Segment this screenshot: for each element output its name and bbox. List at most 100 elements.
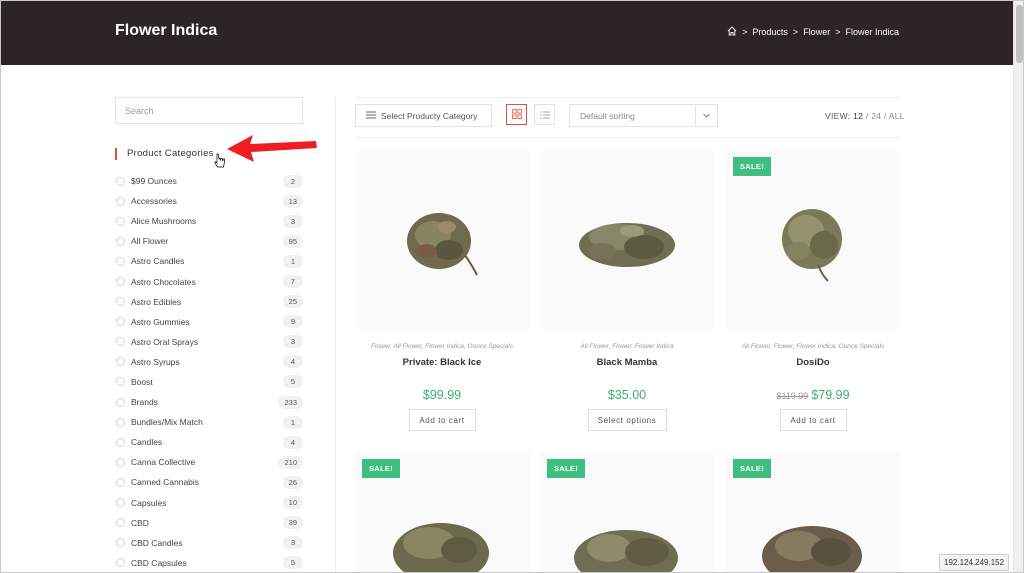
category-item[interactable]: Capsules 10: [115, 493, 303, 513]
category-name[interactable]: $99 Ounces: [131, 176, 283, 186]
category-name[interactable]: Canned Cannabis: [131, 477, 283, 487]
category-name[interactable]: Astro Candles: [131, 256, 283, 266]
product-categories: All Flower, Flower, Flower Indica: [580, 343, 674, 350]
radio-button[interactable]: [116, 498, 125, 508]
category-count-badge: 39: [282, 516, 303, 530]
radio-button[interactable]: [116, 477, 125, 487]
select-category-button[interactable]: Select Producty Category: [355, 104, 492, 127]
radio-button[interactable]: [116, 317, 125, 327]
category-name[interactable]: All Flower: [131, 236, 283, 246]
category-name[interactable]: Astro Gummies: [131, 317, 283, 327]
add-to-cart-button[interactable]: Add to cart: [779, 409, 847, 431]
category-item[interactable]: $99 Ounces 2: [115, 171, 303, 191]
category-name[interactable]: Brands: [131, 397, 278, 407]
category-item[interactable]: All Flower 95: [115, 231, 303, 251]
product-card: Flower, All Flower, Flower Indica, Ounce…: [354, 151, 530, 431]
category-item[interactable]: Astro Syrups 4: [115, 352, 303, 372]
category-name[interactable]: Boost: [131, 377, 283, 387]
category-item[interactable]: Astro Edibles 25: [115, 292, 303, 312]
radio-button[interactable]: [116, 518, 125, 528]
radio-button[interactable]: [116, 377, 125, 387]
radio-button[interactable]: [116, 297, 125, 307]
radio-button[interactable]: [116, 277, 125, 287]
radio-button[interactable]: [116, 457, 125, 467]
category-item[interactable]: Boost 5: [115, 372, 303, 392]
category-item[interactable]: Astro Chocolates 7: [115, 271, 303, 291]
radio-button[interactable]: [116, 417, 125, 427]
chevron-down-icon[interactable]: [695, 105, 717, 126]
category-item[interactable]: Candles 4: [115, 432, 303, 452]
category-item[interactable]: Canned Cannabis 26: [115, 472, 303, 492]
category-item[interactable]: CBD 39: [115, 513, 303, 533]
category-name[interactable]: CBD Candles: [131, 538, 283, 548]
category-item[interactable]: Astro Gummies 9: [115, 312, 303, 332]
category-name[interactable]: Candles: [131, 437, 283, 447]
add-to-cart-button[interactable]: Add to cart: [408, 409, 476, 431]
view-option-all[interactable]: ALL: [889, 111, 905, 121]
product-image[interactable]: SALE!: [354, 453, 530, 572]
product-image[interactable]: [539, 151, 715, 329]
radio-button[interactable]: [116, 196, 125, 206]
product-image[interactable]: SALE!: [725, 151, 901, 329]
category-item[interactable]: Alice Mushrooms 3: [115, 211, 303, 231]
list-view-button[interactable]: [534, 104, 555, 125]
product-image[interactable]: [354, 151, 530, 329]
category-name[interactable]: Astro Oral Sprays: [131, 337, 283, 347]
category-item[interactable]: CBD Capsules 5: [115, 553, 303, 572]
product-name[interactable]: Private: Black Ice: [354, 357, 530, 368]
product-image[interactable]: SALE!: [539, 453, 715, 572]
category-item[interactable]: Bundles/Mix Match 1: [115, 412, 303, 432]
select-options-button[interactable]: Select options: [587, 409, 667, 431]
scrollbar[interactable]: [1013, 1, 1023, 572]
radio-button[interactable]: [116, 337, 125, 347]
radio-button[interactable]: [116, 236, 125, 246]
breadcrumb-products[interactable]: Products: [752, 27, 788, 37]
view-option-24[interactable]: 24: [871, 111, 881, 121]
category-count-badge: 4: [283, 435, 303, 449]
radio-button[interactable]: [116, 256, 125, 266]
search-input[interactable]: Search: [115, 97, 303, 124]
category-name[interactable]: Capsules: [131, 498, 283, 508]
breadcrumb-flower[interactable]: Flower: [803, 27, 830, 37]
category-item[interactable]: CBD Candles 3: [115, 533, 303, 553]
radio-button[interactable]: [116, 437, 125, 447]
product-image[interactable]: SALE!: [725, 453, 901, 572]
category-count-badge: 5: [283, 556, 303, 570]
hand-cursor-icon: [214, 153, 225, 168]
cannabis-bud-image: [407, 213, 478, 276]
radio-button[interactable]: [116, 558, 125, 568]
radio-button[interactable]: [116, 176, 125, 186]
radio-button[interactable]: [116, 216, 125, 226]
scrollbar-thumb[interactable]: [1016, 5, 1023, 63]
category-count-badge: 3: [283, 214, 303, 228]
product-name[interactable]: Black Mamba: [539, 357, 715, 368]
sidebar-divider: [335, 97, 336, 572]
category-name[interactable]: CBD: [131, 518, 283, 528]
sort-select[interactable]: Default sorting: [569, 104, 718, 127]
category-item[interactable]: Canna Collective 210: [115, 452, 303, 472]
radio-button[interactable]: [116, 397, 125, 407]
category-name[interactable]: Bundles/Mix Match: [131, 417, 283, 427]
category-name[interactable]: Alice Mushrooms: [131, 216, 283, 226]
category-name[interactable]: Accessories: [131, 196, 283, 206]
view-option-12[interactable]: 12: [853, 111, 863, 121]
radio-button[interactable]: [116, 357, 125, 367]
grid-view-button[interactable]: [506, 104, 527, 125]
cannabis-bud-image: [574, 530, 678, 572]
home-icon[interactable]: [727, 26, 737, 38]
category-item[interactable]: Astro Oral Sprays 3: [115, 332, 303, 352]
product-card: SALE!: [725, 453, 901, 572]
category-name[interactable]: Astro Syrups: [131, 357, 283, 367]
category-item[interactable]: Accessories 13: [115, 191, 303, 211]
category-name[interactable]: Astro Chocolates: [131, 277, 283, 287]
radio-button[interactable]: [116, 538, 125, 548]
category-name[interactable]: CBD Capsules: [131, 558, 283, 568]
cannabis-bud-image: [782, 209, 842, 282]
category-name[interactable]: Astro Edibles: [131, 297, 283, 307]
cannabis-bud-image: [579, 223, 675, 267]
category-item[interactable]: Brands 233: [115, 392, 303, 412]
product-name[interactable]: DosiDo: [725, 357, 901, 368]
category-item[interactable]: Astro Candles 1: [115, 251, 303, 271]
category-name[interactable]: Canna Collective: [131, 457, 278, 467]
category-count-badge: 1: [283, 415, 303, 429]
